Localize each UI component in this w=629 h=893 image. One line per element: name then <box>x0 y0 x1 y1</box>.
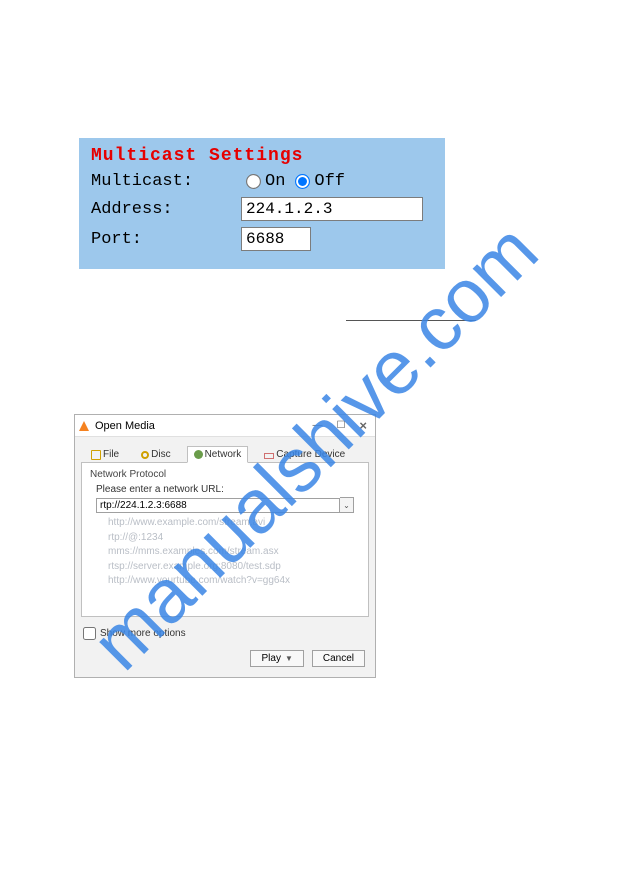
file-icon <box>91 450 101 460</box>
close-icon[interactable]: × <box>359 418 367 433</box>
cancel-button[interactable]: Cancel <box>312 650 365 667</box>
show-more-checkbox[interactable] <box>83 627 96 640</box>
multicast-off-radio[interactable] <box>295 174 310 189</box>
open-media-dialog: Open Media — ☐ × File Disc Network Captu… <box>74 414 376 678</box>
port-label: Port: <box>91 230 241 249</box>
multicast-label: Multicast: <box>91 172 241 191</box>
tab-file-label: File <box>103 449 119 460</box>
url-example-2: rtp://@:1234 <box>108 532 360 545</box>
port-row: Port: <box>91 227 433 251</box>
port-input[interactable] <box>241 227 311 251</box>
network-icon <box>194 450 203 459</box>
tab-network[interactable]: Network <box>187 446 249 463</box>
disc-icon <box>141 451 149 459</box>
multicast-off-label: Off <box>314 172 345 191</box>
multicast-on-radio[interactable] <box>246 174 261 189</box>
tab-capture-device[interactable]: Capture Device <box>258 447 351 462</box>
network-url-input[interactable] <box>96 498 340 513</box>
url-example-1: http://www.example.com/stream.avi <box>108 517 360 530</box>
multicast-on-label: On <box>265 172 285 191</box>
capture-icon <box>264 453 274 459</box>
url-prompt: Please enter a network URL: <box>96 484 360 495</box>
tab-disc-label: Disc <box>151 449 170 460</box>
url-example-5: http://www.yourtube.com/watch?v=gg64x <box>108 575 360 588</box>
show-more-row: Show more options <box>75 617 375 644</box>
show-more-label: Show more options <box>100 628 186 639</box>
tab-capture-label: Capture Device <box>276 449 345 460</box>
chevron-down-icon: ▼ <box>285 654 293 663</box>
dialog-footer: Play ▼ Cancel <box>75 644 375 677</box>
network-tab-body: Network Protocol Please enter a network … <box>81 462 369 617</box>
url-example-3: mms://mms.examples.com/stream.asx <box>108 546 360 559</box>
address-input[interactable] <box>241 197 423 221</box>
multicast-settings-panel: Multicast Settings Multicast: On Off Add… <box>79 138 445 269</box>
play-button[interactable]: Play ▼ <box>250 650 303 667</box>
window-title: Open Media <box>95 420 298 432</box>
maximize-icon[interactable]: ☐ <box>336 420 345 431</box>
address-row: Address: <box>91 197 433 221</box>
tabs-bar: File Disc Network Capture Device <box>75 437 375 462</box>
vlc-cone-icon <box>79 421 89 431</box>
url-dropdown-icon[interactable]: ⌄ <box>340 497 354 513</box>
tab-network-label: Network <box>205 449 242 460</box>
titlebar[interactable]: Open Media — ☐ × <box>75 415 375 437</box>
tab-file[interactable]: File <box>85 447 125 462</box>
minimize-icon[interactable]: — <box>312 420 322 431</box>
multicast-toggle-row: Multicast: On Off <box>91 172 433 191</box>
divider <box>346 320 476 321</box>
group-label: Network Protocol <box>90 469 360 480</box>
url-example-4: rtsp://server.example.org:8080/test.sdp <box>108 561 360 574</box>
tab-disc[interactable]: Disc <box>135 447 176 462</box>
address-label: Address: <box>91 200 241 219</box>
multicast-title: Multicast Settings <box>91 146 433 166</box>
play-button-label: Play <box>261 653 280 664</box>
